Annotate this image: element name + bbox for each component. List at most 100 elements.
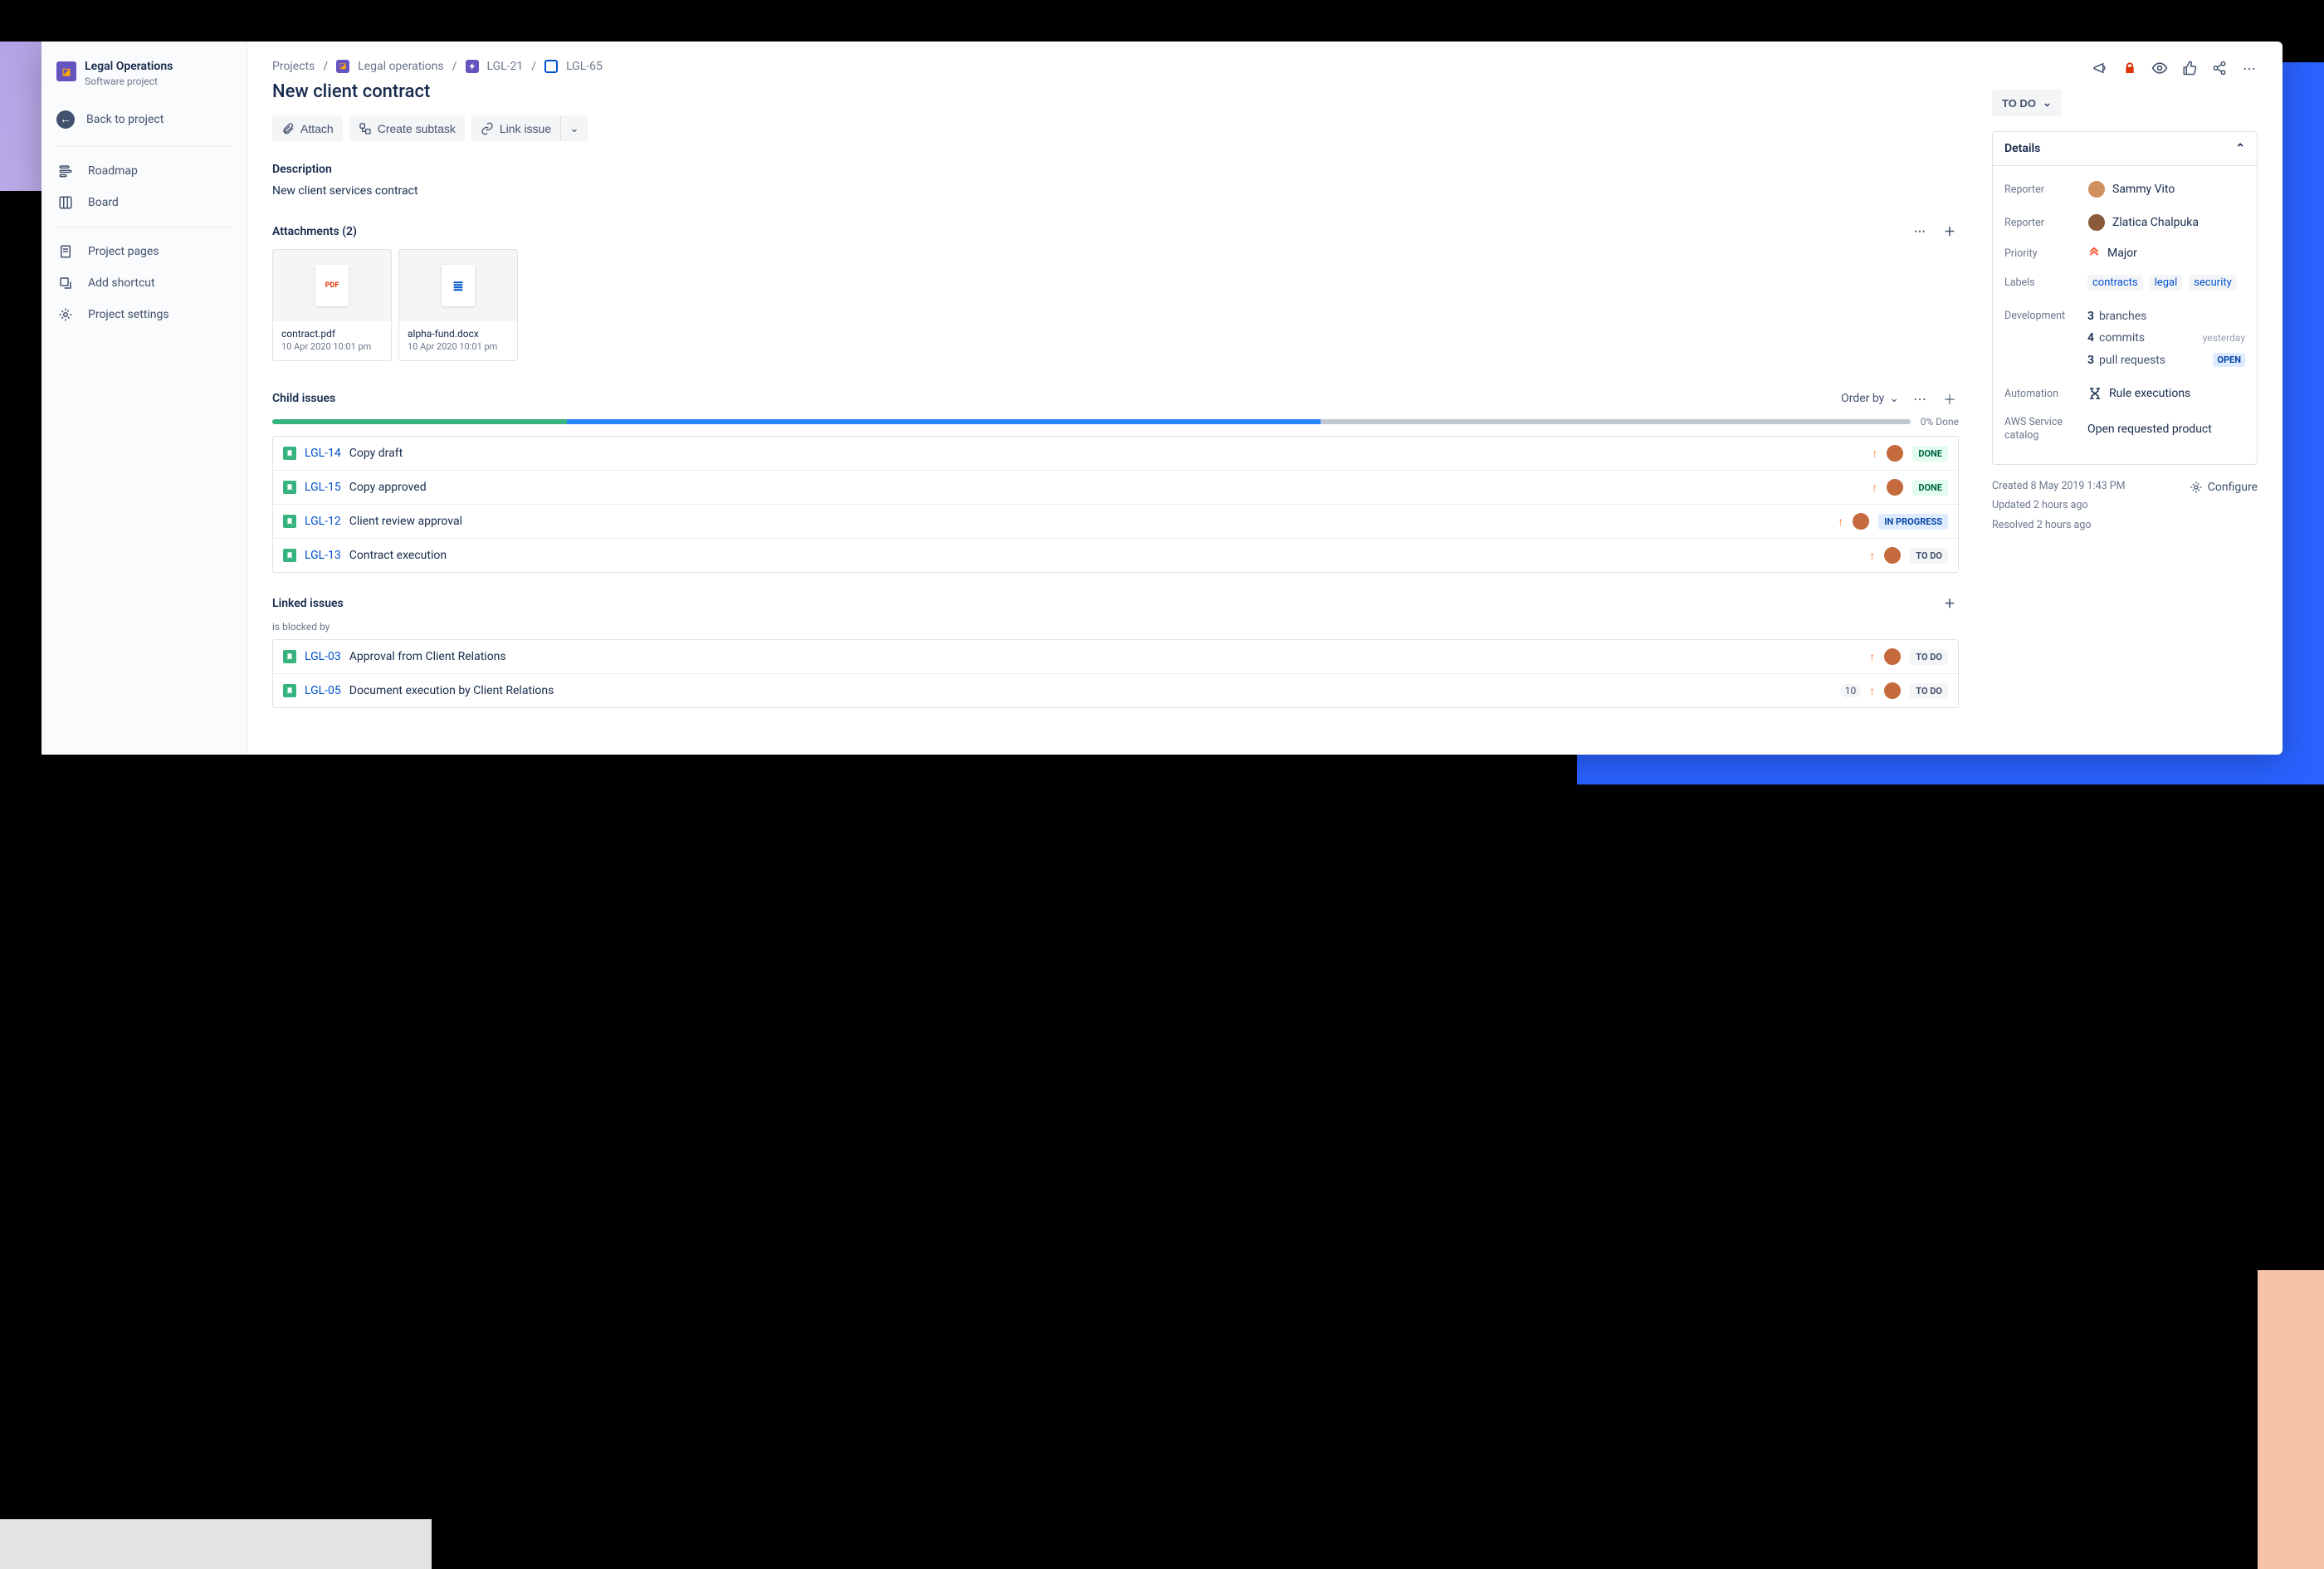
add-attachment-icon[interactable]: ＋ bbox=[1941, 222, 1959, 241]
status-badge: DONE bbox=[1912, 446, 1948, 462]
field-reporter-2[interactable]: Reporter Zlatica Chalpuka bbox=[2004, 206, 2245, 239]
dev-prs[interactable]: 3pull requests OPEN bbox=[2087, 349, 2245, 371]
progress-row: 0% Done bbox=[272, 416, 1959, 428]
attachment-date: 10 Apr 2020 10:01 pm bbox=[408, 341, 509, 352]
configure-button[interactable]: Configure bbox=[2190, 477, 2258, 499]
breadcrumb-issue[interactable]: LGL-65 bbox=[566, 60, 603, 73]
issue-type-icon bbox=[283, 447, 296, 460]
sidebar-item-board[interactable]: Board bbox=[42, 187, 247, 218]
dev-branches[interactable]: 3branches bbox=[2087, 305, 2245, 327]
issue-summary: Copy approved bbox=[349, 481, 1864, 494]
priority-icon: ↑ bbox=[1869, 549, 1875, 563]
order-by-button[interactable]: Order by ⌄ bbox=[1841, 392, 1899, 405]
issue-key[interactable]: LGL-13 bbox=[305, 549, 341, 562]
field-reporter[interactable]: Reporter Sammy Vito bbox=[2004, 173, 2245, 206]
chevron-down-icon: ⌄ bbox=[2043, 96, 2052, 110]
more-icon[interactable]: ⋯ bbox=[2241, 60, 2258, 76]
label-tag[interactable]: legal bbox=[2150, 275, 2183, 291]
sidebar: ◪ Legal Operations Software project ← Ba… bbox=[42, 42, 247, 755]
sidebar-item-label: Project settings bbox=[88, 308, 169, 321]
priority-icon: ↑ bbox=[1869, 684, 1875, 698]
attachment-card[interactable]: PDF contract.pdf 10 Apr 2020 10:01 pm bbox=[272, 249, 392, 361]
avatar[interactable] bbox=[1883, 546, 1902, 565]
automation-icon bbox=[2087, 386, 2102, 401]
status-dropdown[interactable]: TO DO ⌄ bbox=[1992, 90, 2062, 116]
breadcrumb-project[interactable]: Legal operations bbox=[358, 60, 444, 73]
description-text[interactable]: New client services contract bbox=[272, 184, 1959, 198]
issue-type-icon bbox=[283, 650, 296, 663]
sidebar-item-pages[interactable]: Project pages bbox=[42, 236, 247, 267]
file-icon: ≣ bbox=[442, 265, 475, 306]
feedback-icon[interactable] bbox=[2092, 60, 2108, 76]
add-child-icon[interactable]: ＋ bbox=[1941, 389, 1959, 408]
field-labels[interactable]: Labels contractslegalsecurity bbox=[2004, 267, 2245, 298]
attachment-date: 10 Apr 2020 10:01 pm bbox=[281, 341, 383, 352]
field-automation[interactable]: Automation Rule executions bbox=[2004, 379, 2245, 408]
issue-row[interactable]: LGL-05 Document execution by Client Rela… bbox=[273, 673, 1958, 707]
epic-icon bbox=[466, 60, 479, 73]
issue-key[interactable]: LGL-15 bbox=[305, 481, 341, 494]
gear-icon bbox=[2190, 481, 2203, 494]
sidebar-item-settings[interactable]: Project settings bbox=[42, 299, 247, 330]
avatar[interactable] bbox=[1886, 478, 1904, 496]
issue-row[interactable]: LGL-13 Contract execution ↑ TO DO bbox=[273, 538, 1958, 572]
issue-key[interactable]: LGL-03 bbox=[305, 650, 341, 663]
issue-row[interactable]: LGL-14 Copy draft ↑ DONE bbox=[273, 437, 1958, 470]
project-title: Legal Operations bbox=[85, 60, 173, 74]
share-icon[interactable] bbox=[2211, 60, 2228, 76]
linked-head: Linked issues ＋ bbox=[272, 594, 1959, 613]
gear-icon bbox=[56, 305, 75, 324]
watch-icon[interactable] bbox=[2151, 60, 2168, 76]
avatar[interactable] bbox=[1852, 512, 1870, 530]
details-panel: Details ⌃ Reporter Sammy Vito Reporter bbox=[1992, 131, 2258, 465]
child-issues-list: LGL-14 Copy draft ↑ DONE LGL-15 Copy app… bbox=[272, 436, 1959, 573]
details-header[interactable]: Details ⌃ bbox=[1993, 132, 2257, 166]
link-issue-button[interactable]: Link issue bbox=[471, 115, 560, 141]
attach-button[interactable]: Attach bbox=[272, 115, 343, 141]
field-priority[interactable]: Priority Major bbox=[2004, 239, 2245, 267]
field-aws[interactable]: AWS Service catalog Open requested produ… bbox=[2004, 408, 2245, 451]
issue-row[interactable]: LGL-15 Copy approved ↑ DONE bbox=[273, 470, 1958, 504]
count-badge: 10 bbox=[1840, 684, 1862, 697]
project-subtitle: Software project bbox=[85, 76, 173, 87]
link-issue-dropdown[interactable]: ⌄ bbox=[560, 115, 588, 141]
status-badge: TO DO bbox=[1910, 683, 1948, 699]
label-tag[interactable]: security bbox=[2189, 275, 2237, 291]
more-icon[interactable]: ⋯ bbox=[1911, 389, 1929, 408]
avatar[interactable] bbox=[1886, 444, 1904, 462]
issue-toolbar: Attach Create subtask Link issue bbox=[272, 115, 1959, 141]
issue-key[interactable]: LGL-12 bbox=[305, 515, 341, 528]
status-badge: TO DO bbox=[1910, 548, 1948, 564]
issue-type-icon bbox=[283, 549, 296, 562]
timestamps: Created 8 May 2019 1:43 PM Updated 2 hou… bbox=[1992, 477, 2258, 535]
issue-key[interactable]: LGL-14 bbox=[305, 447, 341, 460]
issue-row[interactable]: LGL-12 Client review approval ↑ IN PROGR… bbox=[273, 504, 1958, 538]
back-to-project[interactable]: ← Back to project bbox=[42, 102, 247, 138]
priority-icon: ↑ bbox=[1838, 515, 1843, 529]
create-subtask-button[interactable]: Create subtask bbox=[349, 115, 465, 141]
issue-row[interactable]: LGL-03 Approval from Client Relations ↑ … bbox=[273, 640, 1958, 673]
issue-summary: Approval from Client Relations bbox=[349, 650, 1862, 663]
label-tag[interactable]: contracts bbox=[2087, 275, 2143, 291]
dev-commits[interactable]: 4commits yesterday bbox=[2087, 327, 2245, 349]
board-icon bbox=[56, 193, 75, 212]
project-header: ◪ Legal Operations Software project bbox=[42, 58, 247, 102]
add-linked-icon[interactable]: ＋ bbox=[1941, 594, 1959, 613]
sidebar-item-shortcut[interactable]: Add shortcut bbox=[42, 267, 247, 299]
priority-icon: ↑ bbox=[1872, 447, 1877, 461]
breadcrumb-projects[interactable]: Projects bbox=[272, 60, 315, 73]
content-column: Projects / ◪ Legal operations / LGL-21 /… bbox=[272, 60, 1959, 730]
avatar[interactable] bbox=[1883, 648, 1902, 666]
issue-key[interactable]: LGL-05 bbox=[305, 684, 341, 697]
field-development: Development 3branches 4commits yesterday… bbox=[2004, 298, 2245, 379]
thumbs-up-icon[interactable] bbox=[2181, 60, 2198, 76]
status-badge: TO DO bbox=[1910, 649, 1948, 665]
more-icon[interactable]: ⋯ bbox=[1911, 222, 1929, 241]
issue-title[interactable]: New client contract bbox=[272, 81, 1959, 102]
sidebar-item-roadmap[interactable]: Roadmap bbox=[42, 155, 247, 187]
lock-icon[interactable] bbox=[2121, 60, 2138, 76]
avatar[interactable] bbox=[1883, 682, 1902, 700]
issue-type-icon bbox=[283, 481, 296, 494]
breadcrumb-parent[interactable]: LGL-21 bbox=[487, 60, 524, 73]
attachment-card[interactable]: ≣ alpha-fund.docx 10 Apr 2020 10:01 pm bbox=[398, 249, 518, 361]
